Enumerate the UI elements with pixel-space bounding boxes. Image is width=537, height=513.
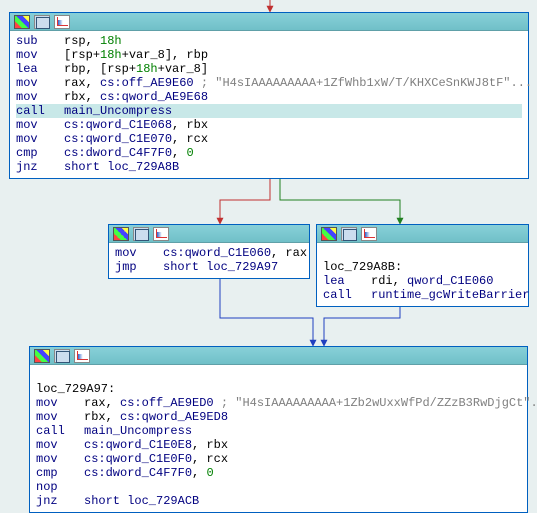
image-icon[interactable] bbox=[34, 15, 50, 29]
chart-icon[interactable] bbox=[54, 15, 70, 29]
chart-icon[interactable] bbox=[153, 227, 169, 241]
colors-icon[interactable] bbox=[113, 227, 129, 241]
chart-icon[interactable] bbox=[361, 227, 377, 241]
code-block-4[interactable]: loc_729A97:movrax, cs:off_AE9ED0 ; "H4sI… bbox=[29, 346, 528, 513]
block-body: loc_729A97:movrax, cs:off_AE9ED0 ; "H4sI… bbox=[30, 365, 527, 512]
code-line: movcs:qword_C1E0F0, rcx bbox=[36, 452, 521, 466]
block-titlebar bbox=[109, 225, 309, 243]
image-icon[interactable] bbox=[54, 349, 70, 363]
code-line: subrsp, 18h bbox=[16, 34, 522, 48]
code-line: jnzshort loc_729A8B bbox=[16, 160, 522, 174]
comment: ; "H4sIAAAAAAAAA+1ZfWhb1xW/T/KHXCeSnKWJ8… bbox=[194, 76, 532, 90]
code-block-2[interactable]: movcs:qword_C1E060, raxjmpshort loc_729A… bbox=[108, 224, 310, 279]
chart-icon[interactable] bbox=[74, 349, 90, 363]
code-line: movcs:qword_C1E060, rax bbox=[115, 246, 303, 260]
code-label: loc_729A97: bbox=[36, 382, 115, 396]
code-line: cmpcs:dword_C4F7F0, 0 bbox=[36, 466, 521, 480]
code-line: movcs:qword_C1E068, rbx bbox=[16, 118, 522, 132]
colors-icon[interactable] bbox=[321, 227, 337, 241]
code-line: callmain_Uncompress bbox=[16, 104, 522, 118]
code-line: movrbx, cs:qword_AE9ED8 bbox=[36, 410, 521, 424]
code-line: movrax, cs:off_AE9ED0 ; "H4sIAAAAAAAAA+1… bbox=[36, 396, 521, 410]
image-icon[interactable] bbox=[341, 227, 357, 241]
code-line: nop bbox=[36, 480, 521, 494]
colors-icon[interactable] bbox=[14, 15, 30, 29]
code-block-3[interactable]: loc_729A8B:leardi, qword_C1E060callrunti… bbox=[316, 224, 529, 307]
code-line: learbp, [rsp+18h+var_8] bbox=[16, 62, 522, 76]
code-label: loc_729A8B: bbox=[323, 260, 402, 274]
code-line: movcs:qword_C1E0E8, rbx bbox=[36, 438, 521, 452]
comment: ; "H4sIAAAAAAAAA+1Zb2wUxxWfPd/ZZzB3RwDjg… bbox=[214, 396, 537, 410]
colors-icon[interactable] bbox=[34, 349, 50, 363]
code-block-1[interactable]: subrsp, 18hmov[rsp+18h+var_8], rbplearbp… bbox=[9, 12, 529, 179]
code-line: callmain_Uncompress bbox=[36, 424, 521, 438]
block-titlebar bbox=[30, 347, 527, 365]
code-line: leardi, qword_C1E060 bbox=[323, 274, 522, 288]
code-line: movrax, cs:off_AE9E60 ; "H4sIAAAAAAAAA+1… bbox=[16, 76, 522, 90]
code-line: jmpshort loc_729A97 bbox=[115, 260, 303, 274]
block-titlebar bbox=[10, 13, 528, 31]
block-titlebar bbox=[317, 225, 528, 243]
code-line: movrbx, cs:qword_AE9E68 bbox=[16, 90, 522, 104]
code-line: mov[rsp+18h+var_8], rbp bbox=[16, 48, 522, 62]
block-body: loc_729A8B:leardi, qword_C1E060callrunti… bbox=[317, 243, 528, 306]
block-body: movcs:qword_C1E060, raxjmpshort loc_729A… bbox=[109, 243, 309, 278]
code-line: jnzshort loc_729ACB bbox=[36, 494, 521, 508]
code-line: callruntime_gcWriteBarrier bbox=[323, 288, 522, 302]
code-line: cmpcs:dword_C4F7F0, 0 bbox=[16, 146, 522, 160]
block-body: subrsp, 18hmov[rsp+18h+var_8], rbplearbp… bbox=[10, 31, 528, 178]
image-icon[interactable] bbox=[133, 227, 149, 241]
code-line: movcs:qword_C1E070, rcx bbox=[16, 132, 522, 146]
